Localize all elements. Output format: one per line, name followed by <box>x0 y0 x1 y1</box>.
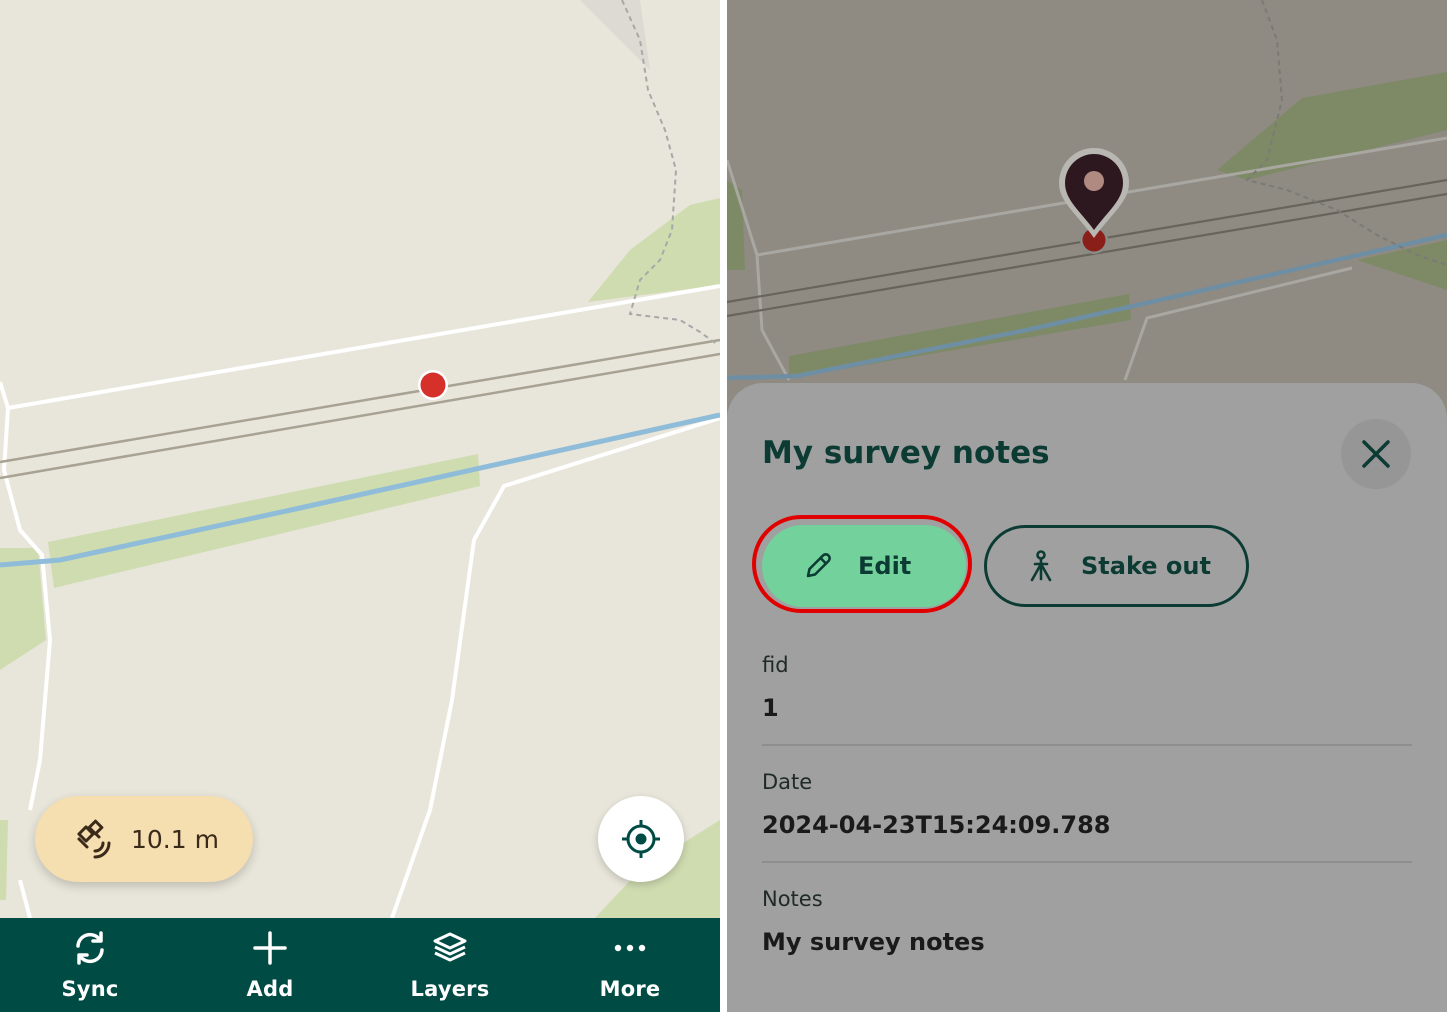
stake-out-button[interactable]: Stake out <box>984 525 1249 607</box>
plus-icon <box>253 931 287 965</box>
nav-more-button[interactable]: More <box>540 918 720 1012</box>
field-label-date: Date <box>762 770 813 794</box>
gps-accuracy-indicator[interactable]: 10.1 m <box>35 796 253 882</box>
field-label-fid: fid <box>762 653 789 677</box>
layers-icon <box>433 932 467 962</box>
stake-out-button-label: Stake out <box>1081 552 1211 580</box>
satellite-signal-icon <box>77 819 111 859</box>
bottom-navigation-bar: Sync Add Layers More <box>0 918 720 1012</box>
nav-layers-button[interactable]: Layers <box>360 918 540 1012</box>
field-value-date: 2024-04-23T15:24:09.788 <box>762 811 1111 839</box>
map-screen: 10.1 m Sync Add Layers More <box>0 0 720 1012</box>
map-canvas-dimmed[interactable] <box>727 0 1447 420</box>
surveyor-tripod-icon <box>1030 550 1052 582</box>
edit-button-label: Edit <box>858 552 912 580</box>
feature-preview-screen: My survey notes Edit Stake out fid 1 Dat… <box>727 0 1447 1012</box>
feature-point <box>420 372 446 398</box>
gps-accuracy-value: 10.1 m <box>131 824 219 854</box>
nav-sync-button[interactable]: Sync <box>0 918 180 1012</box>
edit-button[interactable]: Edit <box>762 525 966 607</box>
map-canvas[interactable] <box>0 0 720 918</box>
locate-me-button[interactable] <box>598 796 684 882</box>
close-button[interactable] <box>1341 419 1411 489</box>
nav-sync-label: Sync <box>61 977 119 1001</box>
sync-icon <box>76 931 104 965</box>
nav-add-label: Add <box>246 977 294 1001</box>
field-divider <box>762 861 1412 863</box>
nav-add-button[interactable]: Add <box>180 918 360 1012</box>
field-value-fid: 1 <box>762 694 779 722</box>
nav-more-label: More <box>599 977 661 1001</box>
feature-preview-drawer: My survey notes Edit Stake out fid 1 Dat… <box>727 383 1447 1012</box>
field-divider <box>762 744 1412 746</box>
crosshair-target-icon <box>622 820 660 858</box>
field-label-notes: Notes <box>762 887 823 911</box>
feature-title: My survey notes <box>762 435 1050 471</box>
close-icon <box>1362 440 1390 468</box>
more-dots-icon <box>614 944 646 952</box>
field-value-notes: My survey notes <box>762 928 985 956</box>
nav-layers-label: Layers <box>410 977 490 1001</box>
pencil-icon <box>806 553 831 578</box>
